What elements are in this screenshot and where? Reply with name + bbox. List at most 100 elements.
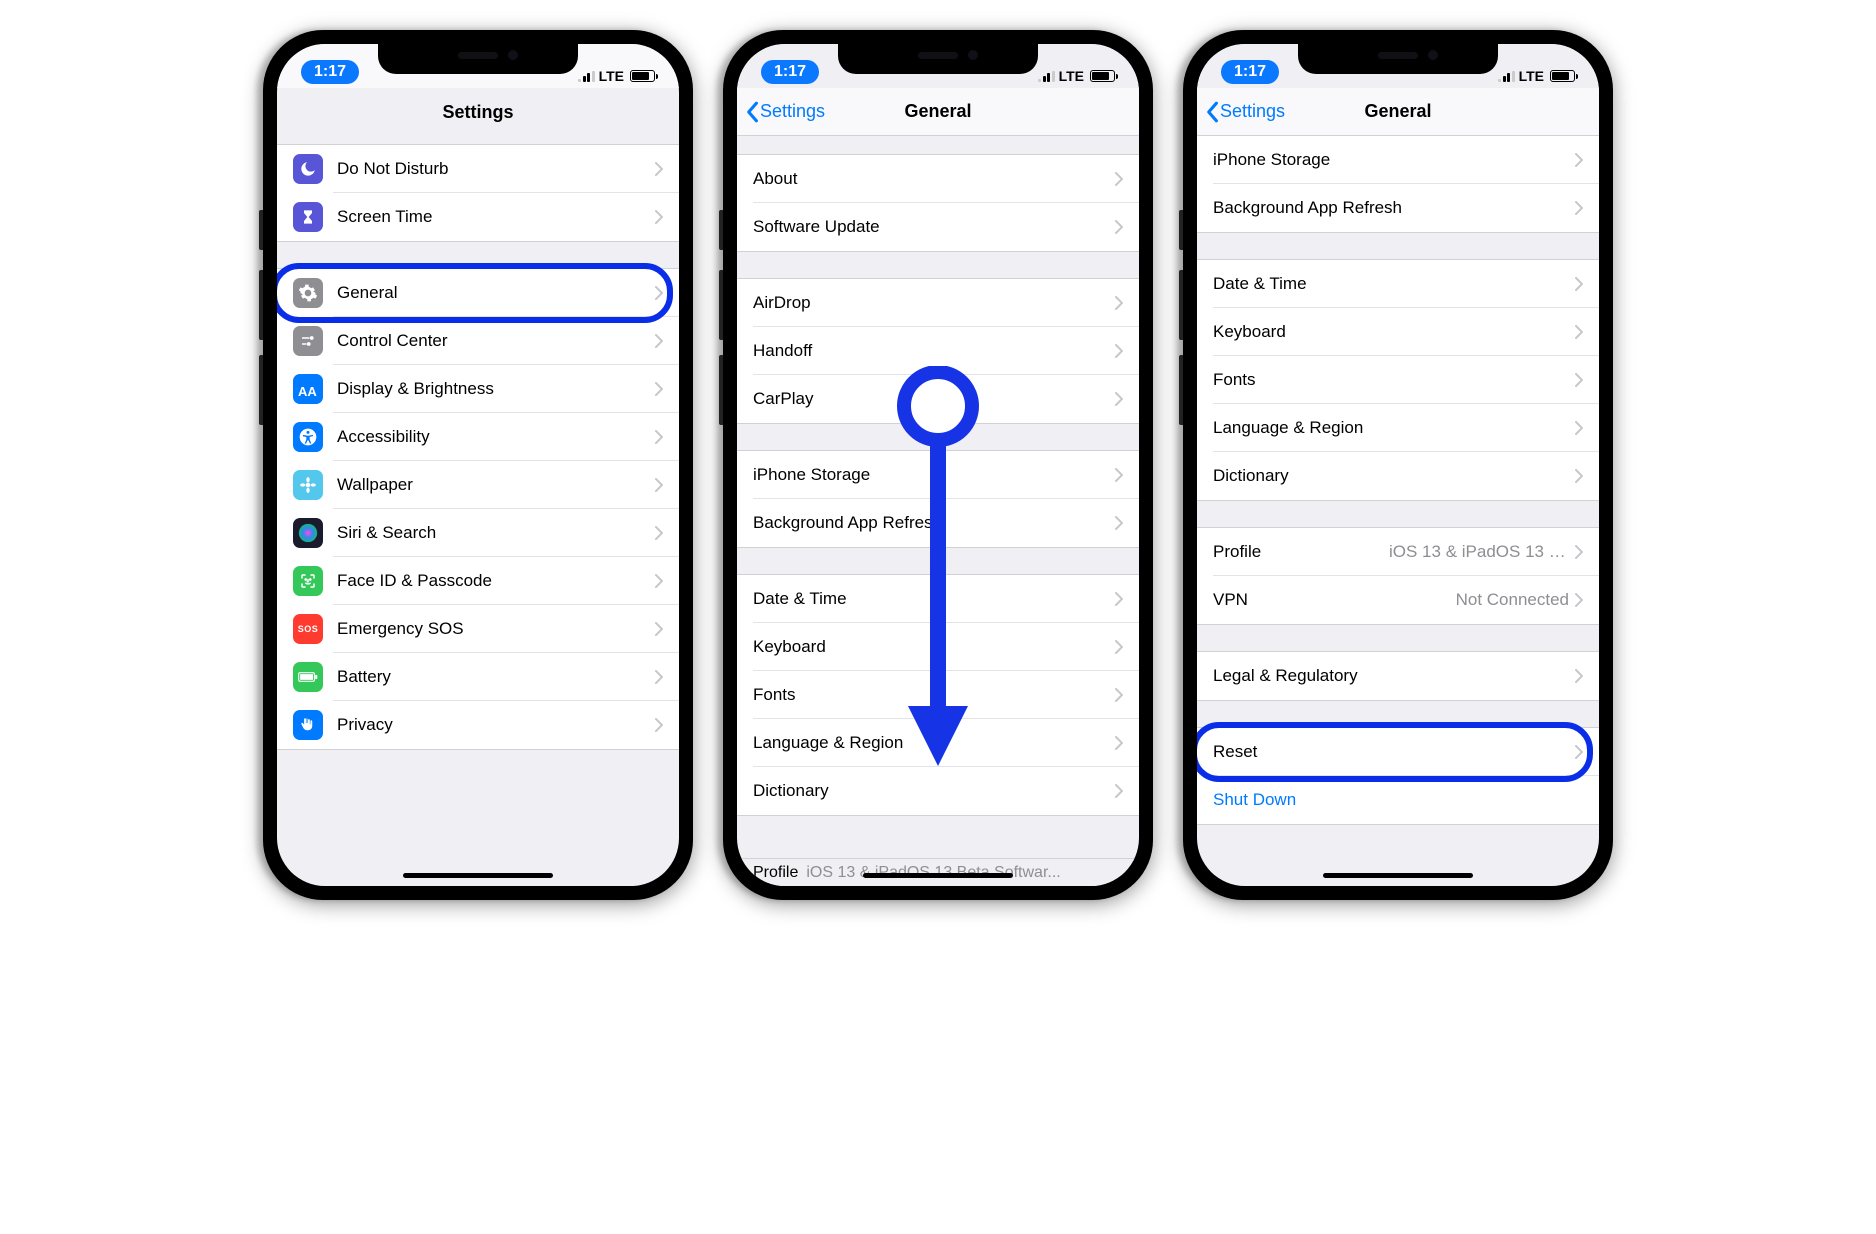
row-control-center[interactable]: Control Center	[277, 317, 679, 365]
row-label: Accessibility	[337, 427, 655, 447]
row-dictionary[interactable]: Dictionary	[737, 767, 1139, 815]
row-display-brightness[interactable]: AADisplay & Brightness	[277, 365, 679, 413]
row-label: Legal & Regulatory	[1213, 666, 1575, 686]
moon-icon	[293, 154, 323, 184]
row-label: Face ID & Passcode	[337, 571, 655, 591]
row-face-id-passcode[interactable]: Face ID & Passcode	[277, 557, 679, 605]
row-label: Battery	[337, 667, 655, 687]
row-label: Date & Time	[1213, 274, 1575, 294]
row-keyboard[interactable]: Keyboard	[1197, 308, 1599, 356]
row-accessibility[interactable]: Accessibility	[277, 413, 679, 461]
chevron-right-icon	[655, 670, 663, 684]
row-background-app-refresh[interactable]: Background App Refresh	[1197, 184, 1599, 232]
row-label: VPN	[1213, 590, 1456, 610]
row-shut-down[interactable]: Shut Down	[1197, 776, 1599, 824]
nav-bar: Settings General	[1197, 88, 1599, 136]
chevron-right-icon	[655, 622, 663, 636]
row-fonts[interactable]: Fonts	[1197, 356, 1599, 404]
row-profile[interactable]: ProfileiOS 13 & iPadOS 13 Beta Softwar..…	[1197, 528, 1599, 576]
row-wallpaper[interactable]: Wallpaper	[277, 461, 679, 509]
row-label: Wallpaper	[337, 475, 655, 495]
signal-icon	[578, 71, 595, 82]
row-label: Keyboard	[753, 637, 1115, 657]
row-label: Fonts	[753, 685, 1115, 705]
notch	[1298, 44, 1498, 74]
row-software-update[interactable]: Software Update	[737, 203, 1139, 251]
row-do-not-disturb[interactable]: Do Not Disturb	[277, 145, 679, 193]
chevron-right-icon	[655, 210, 663, 224]
status-time: 1:17	[761, 60, 819, 84]
chevron-right-icon	[1115, 468, 1123, 482]
row-siri-search[interactable]: Siri & Search	[277, 509, 679, 557]
row-iphone-storage[interactable]: iPhone Storage	[1197, 136, 1599, 184]
row-date-time[interactable]: Date & Time	[1197, 260, 1599, 308]
row-about[interactable]: About	[737, 155, 1139, 203]
chevron-right-icon	[1575, 277, 1583, 291]
row-handoff[interactable]: Handoff	[737, 327, 1139, 375]
row-label: Software Update	[753, 217, 1115, 237]
row-label: Control Center	[337, 331, 655, 351]
chevron-right-icon	[1575, 745, 1583, 759]
phone-frame-3: 1:17 LTE Settings General iPhone Storage…	[1183, 30, 1613, 900]
row-iphone-storage[interactable]: iPhone Storage	[737, 451, 1139, 499]
row-label: CarPlay	[753, 389, 1115, 409]
row-legal-regulatory[interactable]: Legal & Regulatory	[1197, 652, 1599, 700]
chevron-right-icon	[1575, 545, 1583, 559]
notch	[838, 44, 1038, 74]
signal-icon	[1498, 71, 1515, 82]
chevron-right-icon	[1115, 736, 1123, 750]
row-label: Language & Region	[753, 733, 1115, 753]
back-label: Settings	[760, 101, 825, 122]
home-indicator	[1323, 873, 1473, 878]
row-battery[interactable]: Battery	[277, 653, 679, 701]
row-label: Language & Region	[1213, 418, 1575, 438]
chevron-right-icon	[655, 574, 663, 588]
row-keyboard[interactable]: Keyboard	[737, 623, 1139, 671]
partial-row-profile[interactable]: Profile iOS 13 & iPadOS 13 Beta Softwar.…	[737, 858, 1139, 886]
sliders-icon	[293, 326, 323, 356]
row-date-time[interactable]: Date & Time	[737, 575, 1139, 623]
row-screen-time[interactable]: Screen Time	[277, 193, 679, 241]
chevron-right-icon	[1115, 516, 1123, 530]
row-label: Emergency SOS	[337, 619, 655, 639]
battery-icon	[293, 662, 323, 692]
row-label: Display & Brightness	[337, 379, 655, 399]
row-dictionary[interactable]: Dictionary	[1197, 452, 1599, 500]
chevron-right-icon	[1575, 669, 1583, 683]
chevron-right-icon	[1115, 592, 1123, 606]
back-button[interactable]: Settings	[1205, 101, 1285, 123]
row-privacy[interactable]: Privacy	[277, 701, 679, 749]
hourglass-icon	[293, 202, 323, 232]
row-fonts[interactable]: Fonts	[737, 671, 1139, 719]
row-general[interactable]: General	[277, 269, 679, 317]
row-label: iPhone Storage	[1213, 150, 1575, 170]
accessibility-icon	[293, 422, 323, 452]
row-vpn[interactable]: VPNNot Connected	[1197, 576, 1599, 624]
back-button[interactable]: Settings	[745, 101, 825, 123]
row-language-region[interactable]: Language & Region	[737, 719, 1139, 767]
nav-bar: Settings General	[737, 88, 1139, 136]
chevron-right-icon	[655, 430, 663, 444]
home-indicator	[863, 873, 1013, 878]
chevron-left-icon	[745, 101, 759, 123]
row-language-region[interactable]: Language & Region	[1197, 404, 1599, 452]
row-emergency-sos[interactable]: SOSEmergency SOS	[277, 605, 679, 653]
chevron-right-icon	[1575, 469, 1583, 483]
battery-icon	[1550, 70, 1575, 82]
nav-title: General	[1364, 101, 1431, 122]
carrier-label: LTE	[1519, 68, 1544, 84]
row-reset[interactable]: Reset	[1197, 728, 1599, 776]
phone-frame-1: 1:17 LTE Settings Do Not DisturbScreen T…	[263, 30, 693, 900]
row-label: Reset	[1213, 742, 1575, 762]
chevron-right-icon	[1575, 593, 1583, 607]
status-time: 1:17	[301, 60, 359, 84]
row-carplay[interactable]: CarPlay	[737, 375, 1139, 423]
row-airdrop[interactable]: AirDrop	[737, 279, 1139, 327]
row-label: Background App Refresh	[753, 513, 1115, 533]
chevron-left-icon	[1205, 101, 1219, 123]
back-label: Settings	[1220, 101, 1285, 122]
chevron-right-icon	[655, 382, 663, 396]
row-label: Background App Refresh	[1213, 198, 1575, 218]
row-label: Handoff	[753, 341, 1115, 361]
row-background-app-refresh[interactable]: Background App Refresh	[737, 499, 1139, 547]
